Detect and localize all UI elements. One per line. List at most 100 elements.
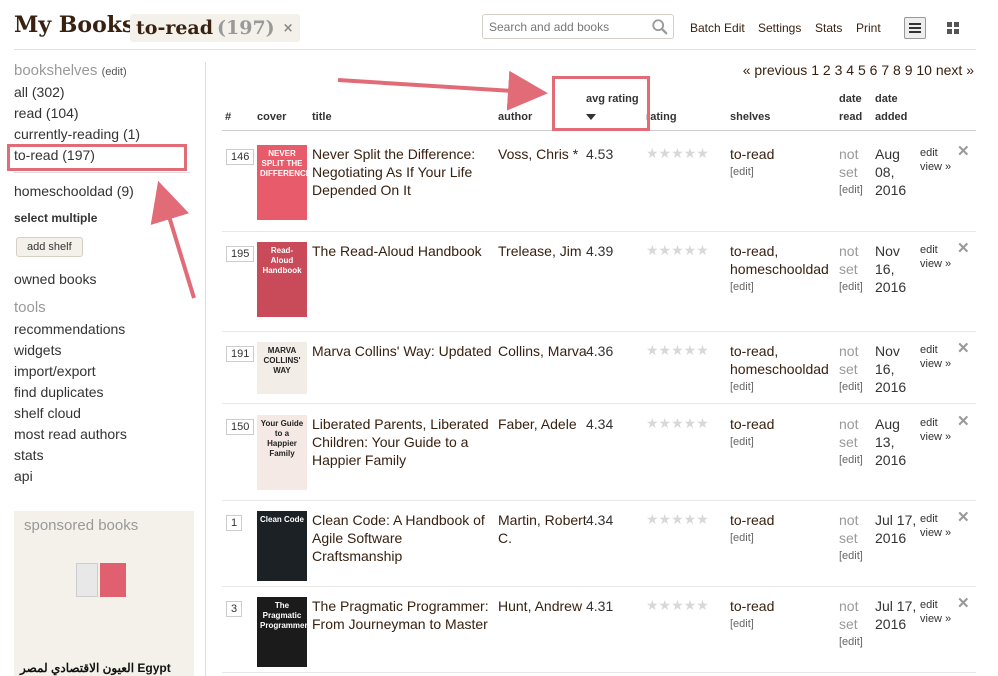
sponsored-book-cover-2[interactable]	[100, 563, 126, 597]
edit-shelves-link[interactable]: [edit]	[730, 163, 834, 181]
book-author-link[interactable]: Martin, Robert C.	[498, 511, 588, 547]
row-edit-link[interactable]: edit	[920, 146, 951, 160]
search-input[interactable]	[483, 15, 643, 38]
edit-date-read-link[interactable]: [edit]	[839, 547, 873, 565]
book-title-link[interactable]: The Read-Aloud Handbook	[312, 242, 494, 260]
sidebar-item-homeschooldad[interactable]: homeschooldad (9)	[14, 181, 196, 202]
star-rating-input[interactable]: ★★★★★	[646, 597, 709, 614]
grid-view-button[interactable]	[942, 17, 964, 39]
pagination-page-8[interactable]: 8	[893, 62, 901, 78]
col-header-cover[interactable]: cover	[257, 108, 286, 126]
row-position[interactable]: 1	[226, 515, 243, 531]
batch-edit-link[interactable]: Batch Edit	[690, 21, 745, 35]
book-shelf-name[interactable]: to-read	[730, 597, 834, 615]
pagination-page-10[interactable]: 10	[916, 62, 932, 78]
col-header-title[interactable]: title	[312, 108, 332, 126]
col-header-author[interactable]: author	[498, 108, 532, 126]
tool-most-read-authors[interactable]: most read authors	[14, 424, 196, 445]
book-cover[interactable]: Clean Code	[257, 511, 307, 581]
sidebar-item-read[interactable]: read (104)	[14, 103, 196, 124]
row-position[interactable]: 3	[226, 601, 243, 617]
remove-book-icon[interactable]: ✕	[957, 412, 970, 430]
star-rating-input[interactable]: ★★★★★	[646, 511, 709, 528]
row-edit-link[interactable]: edit	[920, 243, 951, 257]
book-cover[interactable]: Your Guide to a Happier Family	[257, 415, 307, 490]
col-header-num[interactable]: #	[225, 108, 231, 126]
row-position[interactable]: 191	[226, 346, 255, 362]
list-view-button[interactable]	[904, 17, 926, 39]
book-shelf-name-2[interactable]: homeschooldad	[730, 260, 834, 278]
sponsored-book-cover[interactable]	[76, 563, 98, 597]
book-title-link[interactable]: Marva Collins' Way: Updated	[312, 342, 494, 360]
edit-date-read-link[interactable]: [edit]	[839, 378, 873, 396]
row-position[interactable]: 150	[226, 419, 255, 435]
select-multiple-link[interactable]: select multiple	[14, 208, 196, 229]
star-rating-input[interactable]: ★★★★★	[646, 342, 709, 359]
edit-shelves-link[interactable]: [edit]	[730, 529, 834, 547]
settings-link[interactable]: Settings	[758, 21, 801, 35]
book-title-link[interactable]: Never Split the Difference: Negotiating …	[312, 145, 494, 199]
book-author-link[interactable]: Trelease, Jim	[498, 242, 588, 260]
book-shelf-name[interactable]: to-read,	[730, 342, 834, 360]
pagination-previous[interactable]: « previous	[743, 62, 808, 78]
stats-link[interactable]: Stats	[815, 21, 842, 35]
tool-find-duplicates[interactable]: find duplicates	[14, 382, 196, 403]
remove-book-icon[interactable]: ✕	[957, 508, 970, 526]
col-header-date-read[interactable]: date read	[839, 90, 862, 126]
tool-stats[interactable]: stats	[14, 445, 196, 466]
col-header-shelves[interactable]: shelves	[730, 108, 770, 126]
remove-book-icon[interactable]: ✕	[957, 142, 970, 160]
pagination-page-3[interactable]: 3	[835, 62, 843, 78]
pagination-page-9[interactable]: 9	[905, 62, 913, 78]
sidebar-item-all[interactable]: all (302)	[14, 82, 196, 103]
row-view-link[interactable]: view »	[920, 430, 951, 444]
book-author-link[interactable]: Collins, Marva	[498, 342, 588, 360]
edit-shelves-link[interactable]: (edit)	[102, 66, 127, 78]
tool-shelf-cloud[interactable]: shelf cloud	[14, 403, 196, 424]
search-icon[interactable]	[651, 18, 669, 36]
remove-book-icon[interactable]: ✕	[957, 594, 970, 612]
book-title-link[interactable]: Clean Code: A Handbook of Agile Software…	[312, 511, 494, 565]
row-view-link[interactable]: view »	[920, 160, 951, 174]
tool-import-export[interactable]: import/export	[14, 361, 196, 382]
book-shelf-name-2[interactable]: homeschooldad	[730, 360, 834, 378]
star-rating-input[interactable]: ★★★★★	[646, 242, 709, 259]
remove-book-icon[interactable]: ✕	[957, 239, 970, 257]
star-rating-input[interactable]: ★★★★★	[646, 415, 709, 432]
tool-recommendations[interactable]: recommendations	[14, 319, 196, 340]
row-edit-link[interactable]: edit	[920, 343, 951, 357]
sidebar-item-currently-reading[interactable]: currently-reading (1)	[14, 124, 196, 145]
pagination-page-4[interactable]: 4	[846, 62, 854, 78]
row-position[interactable]: 195	[226, 246, 255, 262]
pagination-page-2[interactable]: 2	[823, 62, 831, 78]
book-title-link[interactable]: The Pragmatic Programmer: From Journeyma…	[312, 597, 494, 633]
book-shelf-name[interactable]: to-read,	[730, 242, 834, 260]
row-edit-link[interactable]: edit	[920, 512, 951, 526]
book-shelf-name[interactable]: to-read	[730, 511, 834, 529]
print-link[interactable]: Print	[856, 21, 881, 35]
remove-book-icon[interactable]: ✕	[957, 339, 970, 357]
sponsored-book-title[interactable]: العيون الاقتصادي لمصر Egypt	[20, 661, 171, 675]
book-shelf-name[interactable]: to-read	[730, 415, 834, 433]
book-author-link[interactable]: Hunt, Andrew	[498, 597, 588, 615]
book-title-link[interactable]: Liberated Parents, Liberated Children: Y…	[312, 415, 494, 469]
book-cover[interactable]: MARVA COLLINS' WAY	[257, 342, 307, 394]
book-cover[interactable]: The Pragmatic Programmer	[257, 597, 307, 667]
pagination-next[interactable]: next »	[936, 62, 974, 78]
owned-books-link[interactable]: owned books	[14, 269, 196, 290]
edit-date-read-link[interactable]: [edit]	[839, 278, 873, 296]
star-rating-input[interactable]: ★★★★★	[646, 145, 709, 162]
tool-widgets[interactable]: widgets	[14, 340, 196, 361]
book-cover[interactable]: Read-Aloud Handbook	[257, 242, 307, 317]
edit-shelves-link[interactable]: [edit]	[730, 378, 834, 396]
row-edit-link[interactable]: edit	[920, 416, 951, 430]
row-view-link[interactable]: view »	[920, 257, 951, 271]
row-view-link[interactable]: view »	[920, 357, 951, 371]
tool-api[interactable]: api	[14, 466, 196, 487]
edit-date-read-link[interactable]: [edit]	[839, 181, 873, 199]
edit-shelves-link[interactable]: [edit]	[730, 433, 834, 451]
pagination-page-7[interactable]: 7	[881, 62, 889, 78]
edit-date-read-link[interactable]: [edit]	[839, 633, 873, 651]
book-cover[interactable]: NEVER SPLIT THE DIFFERENCE	[257, 145, 307, 220]
pagination-page-5[interactable]: 5	[858, 62, 866, 78]
